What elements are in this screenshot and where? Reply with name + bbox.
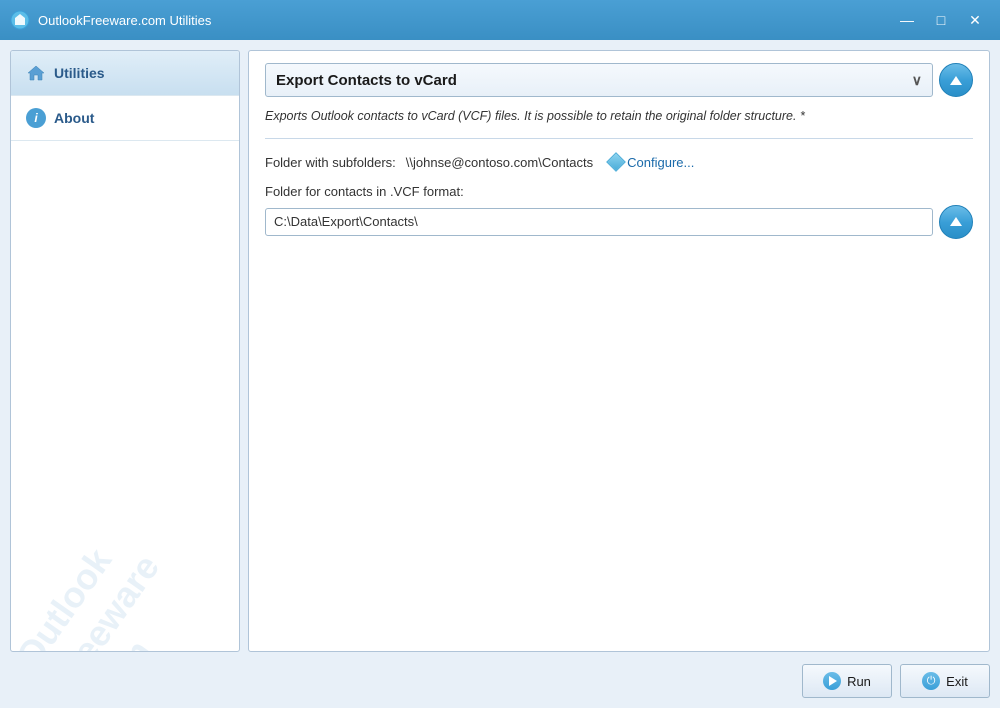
diamond-icon <box>606 152 626 172</box>
divider <box>265 138 973 139</box>
vcf-path-input[interactable] <box>265 208 933 236</box>
info-icon: i <box>26 108 46 128</box>
sidebar: Utilities i About OutlookFreeware.com <box>10 50 240 652</box>
titlebar: OutlookFreeware.com Utilities — □ ✕ <box>0 0 1000 40</box>
run-label: Run <box>847 674 871 689</box>
configure-label: Configure... <box>627 155 694 170</box>
power-icon: ⏻ <box>922 672 940 690</box>
exit-label: Exit <box>946 674 968 689</box>
content-area: Utilities i About OutlookFreeware.com Ex… <box>10 50 990 652</box>
run-button[interactable]: Run <box>802 664 892 698</box>
window-body: Utilities i About OutlookFreeware.com Ex… <box>0 40 1000 708</box>
browse-arrow-icon <box>950 217 962 226</box>
bottom-bar: Run ⏻ Exit <box>10 660 990 698</box>
folder-value: \\johnse@contoso.com\Contacts <box>406 155 593 170</box>
dropdown-row: Export Contacts to vCard ∨ <box>265 63 973 97</box>
configure-button[interactable]: Configure... <box>603 153 700 172</box>
sidebar-item-about[interactable]: i About <box>11 96 239 141</box>
chevron-down-icon: ∨ <box>912 72 922 89</box>
exit-button[interactable]: ⏻ Exit <box>900 664 990 698</box>
window-controls: — □ ✕ <box>892 10 990 30</box>
dropdown-selected-label: Export Contacts to vCard <box>276 72 457 89</box>
close-button[interactable]: ✕ <box>960 10 990 30</box>
vcf-path-row <box>265 205 973 239</box>
description-text: Exports Outlook contacts to vCard (VCF) … <box>265 107 973 126</box>
arrow-up-icon <box>950 76 962 85</box>
window-title: OutlookFreeware.com Utilities <box>38 13 884 28</box>
export-dropdown[interactable]: Export Contacts to vCard ∨ <box>265 63 933 97</box>
subfolder-row: Folder with subfolders: \\johnse@contoso… <box>265 153 973 172</box>
upload-button[interactable] <box>939 63 973 97</box>
sidebar-watermark: OutlookFreeware.com <box>10 406 240 652</box>
maximize-button[interactable]: □ <box>926 10 956 30</box>
utilities-label: Utilities <box>54 65 105 81</box>
minimize-button[interactable]: — <box>892 10 922 30</box>
sidebar-item-utilities[interactable]: Utilities <box>11 51 239 96</box>
play-icon <box>823 672 841 690</box>
browse-button[interactable] <box>939 205 973 239</box>
main-panel: Export Contacts to vCard ∨ Exports Outlo… <box>248 50 990 652</box>
about-label: About <box>54 110 94 126</box>
app-icon <box>10 10 30 30</box>
vcf-folder-label: Folder for contacts in .VCF format: <box>265 184 973 199</box>
home-icon <box>26 63 46 83</box>
folder-label: Folder with subfolders: <box>265 155 396 170</box>
